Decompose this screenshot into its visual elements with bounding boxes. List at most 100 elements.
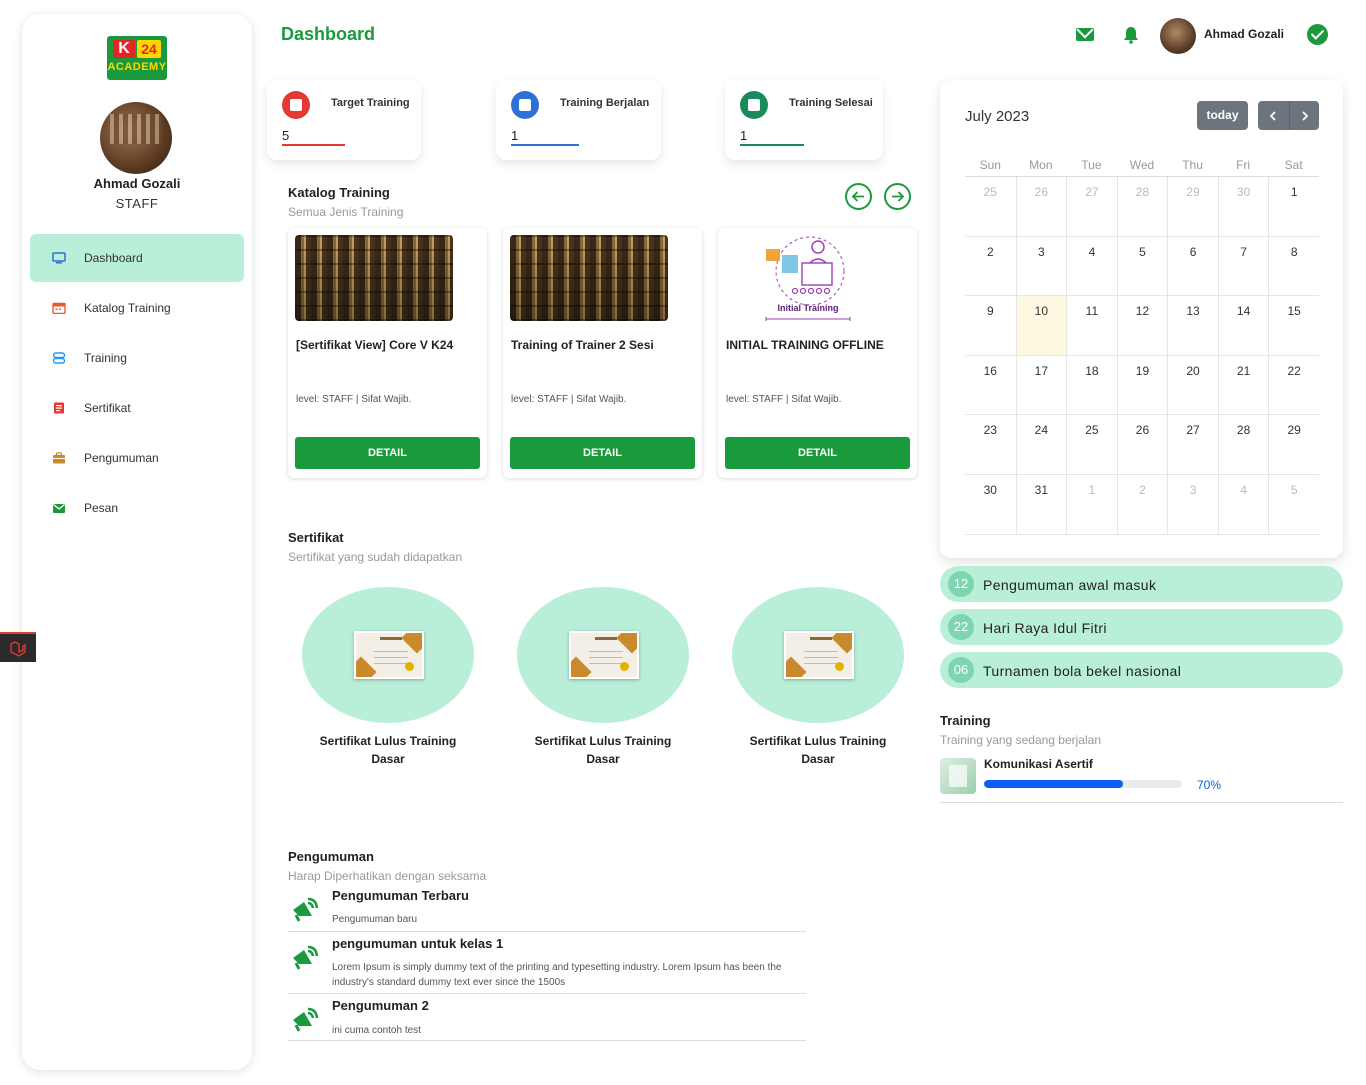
- calendar-day[interactable]: 4: [1066, 236, 1117, 296]
- calendar-day[interactable]: 2: [965, 237, 1016, 296]
- training-name[interactable]: Komunikasi Asertif: [984, 757, 1093, 771]
- sidebar-item-label: Training: [84, 351, 127, 365]
- calendar-day-other-month[interactable]: 27: [1066, 177, 1117, 236]
- avatar[interactable]: [1160, 18, 1196, 54]
- event-pill[interactable]: 06 Turnamen bola bekel nasional: [940, 652, 1343, 688]
- sidebar-item-katalog-training[interactable]: Katalog Training: [30, 284, 244, 332]
- calendar-day[interactable]: 6: [1167, 236, 1218, 296]
- calendar-day[interactable]: 23: [965, 415, 1016, 474]
- sidebar-item-pesan[interactable]: Pesan: [30, 484, 244, 532]
- announcement-item[interactable]: Pengumuman 2 ini cuma contoh test: [288, 998, 806, 1041]
- k24-academy-logo[interactable]: K 24 ACADEMY: [107, 36, 167, 80]
- calendar-nav: [1258, 101, 1319, 130]
- calendar-week-row: 9 10 11 12 13 14 15: [965, 296, 1319, 356]
- calendar-day-other-month[interactable]: 25: [965, 177, 1016, 236]
- stat-underline: [511, 144, 579, 146]
- calendar-day[interactable]: 3: [1015, 236, 1067, 296]
- katalog-card: Initial Training INITIAL TRAINING OFFLIN…: [718, 228, 917, 478]
- calendar-day[interactable]: 9: [965, 296, 1016, 355]
- calendar-prev-button[interactable]: [1258, 101, 1288, 130]
- katalog-card-meta: level: STAFF | Sifat Wajib.: [726, 394, 842, 405]
- id-card-icon: [740, 91, 768, 119]
- calendar-day-other-month[interactable]: 3: [1167, 474, 1218, 534]
- check-circle-icon[interactable]: [1307, 24, 1328, 45]
- calendar-day[interactable]: 5: [1116, 236, 1168, 296]
- calendar-week-row: 30 31 1 2 3 4 5: [965, 474, 1319, 535]
- calendar-day-other-month[interactable]: 29: [1167, 177, 1218, 236]
- sidebar-item-label: Pengumuman: [84, 451, 159, 465]
- calendar-next-button[interactable]: [1289, 101, 1319, 130]
- calendar-day-today[interactable]: 10: [1015, 296, 1067, 355]
- calendar-today-button[interactable]: today: [1197, 101, 1248, 130]
- calendar-day-other-month[interactable]: 30: [1217, 177, 1269, 236]
- calendar-day[interactable]: 7: [1217, 236, 1269, 296]
- event-pill[interactable]: 12 Pengumuman awal masuk: [940, 566, 1343, 602]
- bell-icon[interactable]: [1123, 26, 1139, 49]
- katalog-next-button[interactable]: [884, 183, 911, 210]
- stat-card-training-berjalan: Training Berjalan 1: [496, 80, 661, 160]
- announcement-desc: Lorem Ipsum is simply dummy text of the …: [332, 962, 782, 988]
- katalog-prev-button[interactable]: [845, 183, 872, 210]
- announcement-desc: Pengumuman baru: [332, 914, 418, 925]
- katalog-card-title: INITIAL TRAINING OFFLINE: [726, 338, 884, 352]
- calendar-day-other-month[interactable]: 1: [1066, 474, 1117, 534]
- certificate-card[interactable]: [732, 587, 904, 723]
- calendar-weekday: Thu: [1182, 158, 1203, 172]
- mail-icon[interactable]: [1076, 28, 1094, 41]
- library-image: [295, 235, 453, 321]
- calendar-day[interactable]: 18: [1066, 355, 1117, 415]
- detail-button[interactable]: DETAIL: [510, 437, 695, 469]
- katalog-card-meta: level: STAFF | Sifat Wajib.: [296, 394, 412, 405]
- calendar-day[interactable]: 30: [965, 475, 1016, 534]
- training-progress-label: 70%: [1197, 778, 1222, 792]
- debugbar-toggle-button[interactable]: [0, 632, 36, 662]
- calendar-day[interactable]: 19: [1116, 355, 1168, 415]
- calendar-day-other-month[interactable]: 5: [1268, 474, 1319, 534]
- calendar-day[interactable]: 1: [1268, 177, 1319, 236]
- calendar-day[interactable]: 8: [1268, 236, 1319, 296]
- training-thumbnail[interactable]: [940, 758, 976, 794]
- calendar-day[interactable]: 17: [1015, 355, 1067, 415]
- calendar-day[interactable]: 15: [1268, 296, 1319, 355]
- calendar-day-other-month[interactable]: 2: [1116, 474, 1168, 534]
- announcement-item[interactable]: Pengumuman Terbaru Pengumuman baru: [288, 888, 806, 932]
- katalog-card-title: Training of Trainer 2 Sesi: [511, 338, 654, 352]
- sidebar-item-training[interactable]: Training: [30, 334, 244, 382]
- monitor-icon: [52, 252, 66, 264]
- sidebar-item-sertifikat[interactable]: Sertifikat: [30, 384, 244, 432]
- announcement-item[interactable]: pengumuman untuk kelas 1 Lorem Ipsum is …: [288, 936, 806, 994]
- sidebar-item-pengumuman[interactable]: Pengumuman: [30, 434, 244, 482]
- detail-button[interactable]: DETAIL: [725, 437, 910, 469]
- calendar-weekday: Tue: [1081, 158, 1102, 172]
- certificate-image: [784, 631, 854, 679]
- section-title-training: Training: [940, 713, 991, 728]
- calendar-day[interactable]: 26: [1116, 415, 1168, 474]
- calendar-day[interactable]: 24: [1015, 415, 1067, 474]
- calendar-day[interactable]: 28: [1217, 415, 1269, 474]
- detail-button[interactable]: DETAIL: [295, 437, 480, 469]
- sidebar-item-dashboard[interactable]: Dashboard: [30, 234, 244, 282]
- calendar-day[interactable]: 13: [1167, 296, 1218, 355]
- calendar-day[interactable]: 29: [1268, 415, 1319, 474]
- calendar-day-other-month[interactable]: 26: [1015, 177, 1067, 236]
- certificate-card[interactable]: [302, 587, 474, 723]
- calendar-day-other-month[interactable]: 4: [1217, 474, 1269, 534]
- calendar-day[interactable]: 16: [965, 356, 1016, 415]
- calendar-day[interactable]: 11: [1066, 296, 1117, 355]
- announcement-title: pengumuman untuk kelas 1: [332, 936, 504, 951]
- calendar-day-other-month[interactable]: 28: [1116, 177, 1168, 236]
- certificate-card[interactable]: [517, 587, 689, 723]
- calendar-day[interactable]: 14: [1217, 296, 1269, 355]
- calendar-day[interactable]: 22: [1268, 355, 1319, 415]
- calendar-day[interactable]: 20: [1167, 355, 1218, 415]
- header-user-name[interactable]: Ahmad Gozali: [1204, 27, 1284, 41]
- calendar-day[interactable]: 25: [1066, 415, 1117, 474]
- calendar-day[interactable]: 12: [1116, 296, 1168, 355]
- calendar-day[interactable]: 31: [1015, 474, 1067, 534]
- calendar-day[interactable]: 21: [1217, 355, 1269, 415]
- calendar-weekday: Wed: [1129, 158, 1155, 172]
- stat-card-training-selesai: Training Selesai 1: [725, 80, 883, 160]
- calendar-day[interactable]: 27: [1167, 415, 1218, 474]
- event-pill[interactable]: 22 Hari Raya Idul Fitri: [940, 609, 1343, 645]
- stat-title: Training Berjalan: [560, 97, 650, 109]
